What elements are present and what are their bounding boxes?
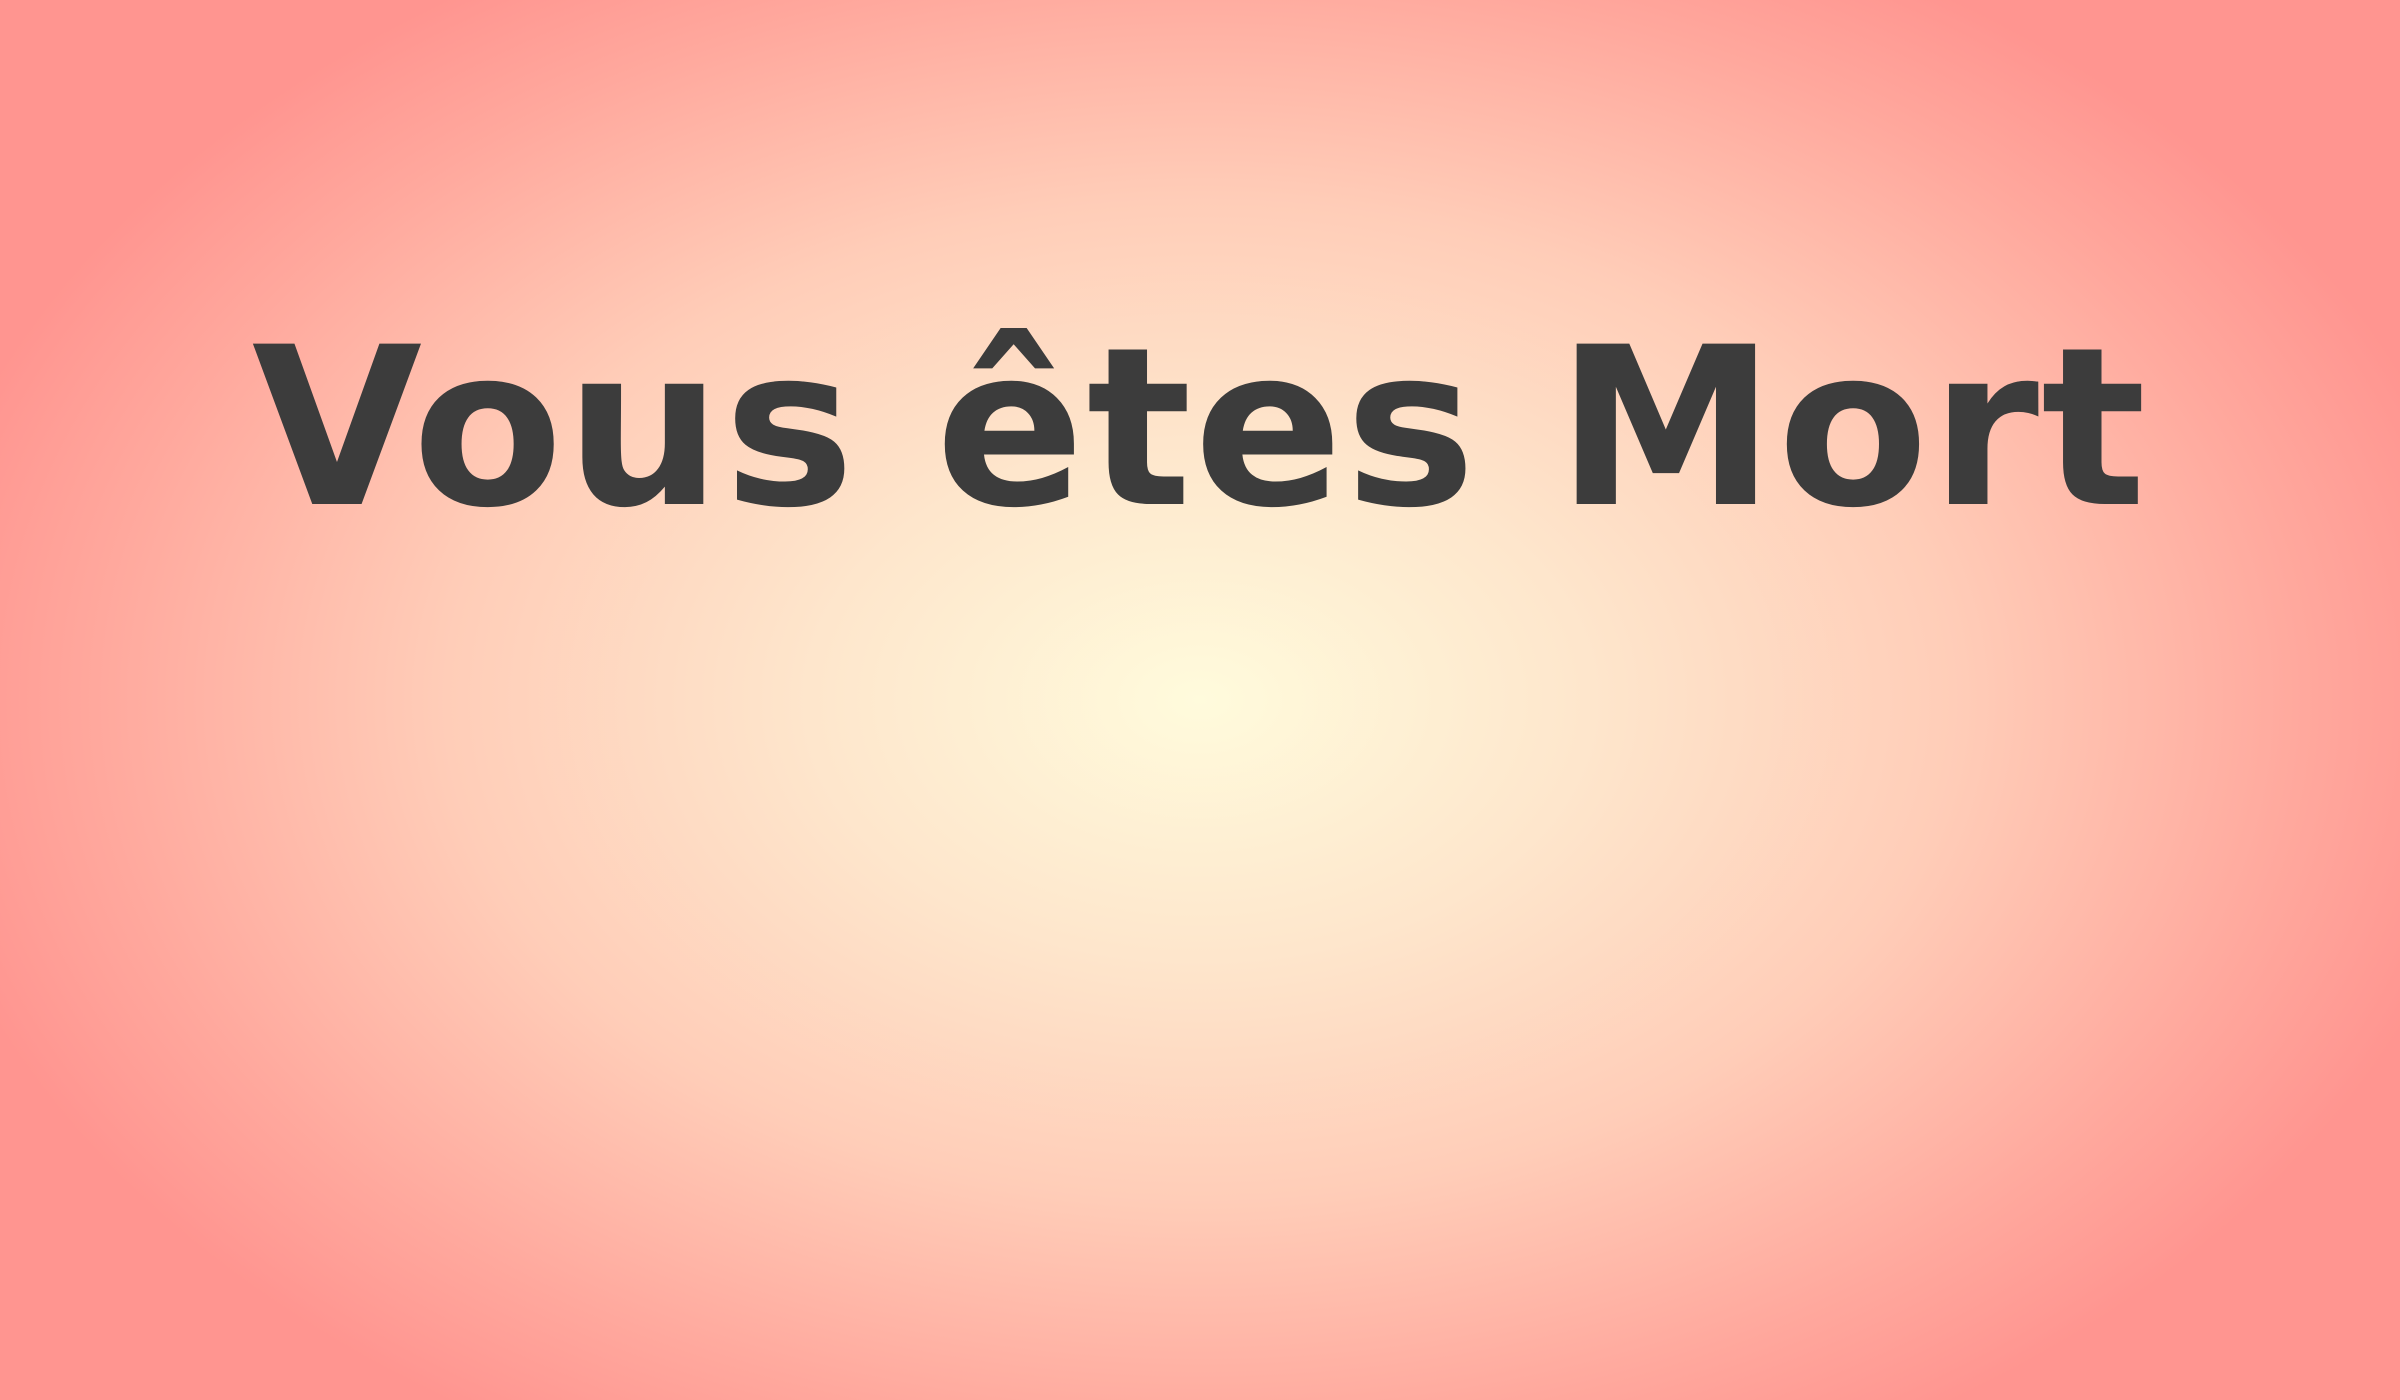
death-screen-background: Vous êtes Mort bbox=[0, 0, 2400, 1400]
death-message-title: Vous êtes Mort bbox=[251, 300, 2149, 556]
